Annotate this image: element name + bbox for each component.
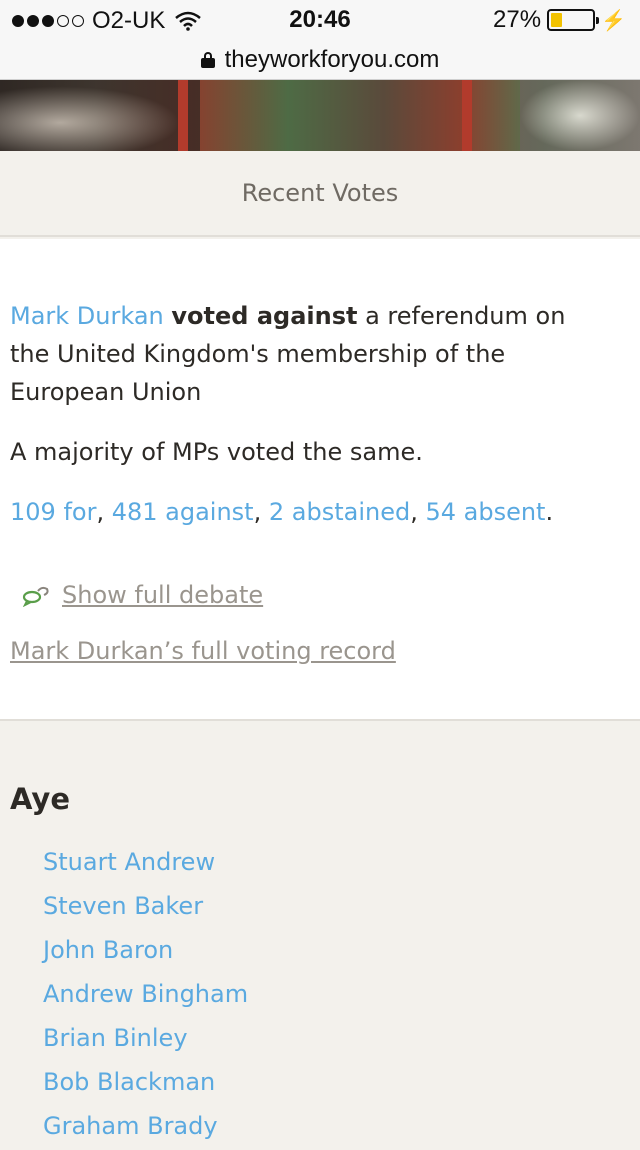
member-list-item[interactable]: Bob Blackman (43, 1062, 248, 1106)
aye-member-list: Stuart Andrew Steven Baker John Baron An… (43, 842, 248, 1150)
aye-heading: Aye (10, 782, 70, 816)
battery-percent: 27% (493, 6, 542, 33)
member-list-item[interactable]: Steven Baker (43, 886, 248, 930)
member-list-item[interactable]: Graham Brady (43, 1106, 248, 1150)
status-bar: O2-UK 20:46 27% ⚡ (0, 0, 640, 40)
member-list-item[interactable]: Stuart Andrew (43, 842, 248, 886)
address-bar[interactable]: theyworkforyou.com (0, 40, 640, 80)
photo-shade (520, 80, 640, 151)
member-list-item[interactable]: John Baron (43, 930, 248, 974)
status-right: 27% ⚡ (493, 6, 626, 34)
battery-fill (551, 13, 562, 27)
tally-separator: , (253, 498, 269, 526)
member-link[interactable]: Bob Blackman (43, 1068, 215, 1096)
photo-shade (0, 80, 200, 151)
member-list-item[interactable]: Andrew Bingham (43, 974, 248, 1018)
photo-stripe (178, 80, 188, 151)
photo-stripe (462, 80, 472, 151)
member-link[interactable]: Steven Baker (43, 892, 203, 920)
lock-icon (200, 51, 215, 68)
tally-end: . (545, 498, 554, 526)
tally-abstained-link[interactable]: 2 abstained (269, 498, 410, 526)
tally-for-link[interactable]: 109 for (10, 498, 96, 526)
show-debate-label: Show full debate (62, 581, 264, 609)
voting-record-link[interactable]: Mark Durkan’s full voting record (10, 637, 396, 665)
header-photo (0, 80, 640, 151)
vote-verdict: voted against (171, 302, 358, 330)
member-link[interactable]: Stuart Andrew (43, 848, 215, 876)
charging-bolt-icon: ⚡ (601, 9, 626, 32)
member-link[interactable]: Andrew Bingham (43, 980, 248, 1008)
vote-card: Mark Durkan voted against a referendum o… (0, 239, 640, 721)
battery-nub (596, 17, 600, 24)
tally-against-link[interactable]: 481 against (112, 498, 254, 526)
tally-separator: , (96, 498, 112, 526)
vote-summary: Mark Durkan voted against a referendum o… (10, 297, 610, 411)
battery-icon (547, 9, 600, 31)
vote-tally: 109 for, 481 against, 2 abstained, 54 ab… (10, 495, 553, 529)
member-link[interactable]: Brian Binley (43, 1024, 188, 1052)
tally-absent-link[interactable]: 54 absent (425, 498, 545, 526)
tally-separator: , (410, 498, 426, 526)
section-title: Recent Votes (0, 151, 640, 237)
member-list-item[interactable]: Brian Binley (43, 1018, 248, 1062)
member-link[interactable]: John Baron (43, 936, 173, 964)
show-debate-link[interactable]: Show full debate (22, 581, 263, 609)
majority-note: A majority of MPs voted the same. (10, 438, 423, 466)
lock-body (200, 57, 215, 68)
speech-bubbles-icon (22, 586, 49, 607)
url-text: theyworkforyou.com (224, 45, 440, 73)
member-link[interactable]: Mark Durkan (10, 302, 164, 330)
